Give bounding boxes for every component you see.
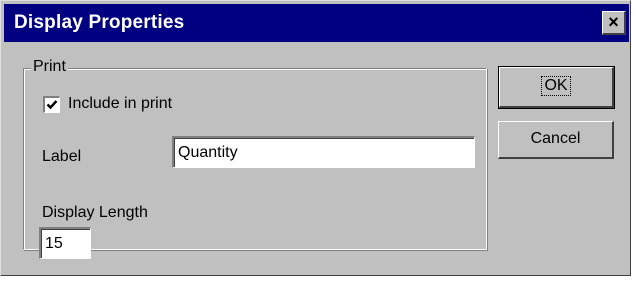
include-in-print-label: Include in print [68,95,173,112]
cancel-button[interactable]: Cancel [498,121,614,159]
checkmark-icon [46,100,58,110]
close-icon: × [608,12,619,32]
print-group-label: Print [31,58,68,76]
include-in-print-checkbox[interactable] [43,96,60,113]
display-length-input[interactable] [39,227,91,259]
display-length-label: Display Length [42,204,148,221]
label-field-label: Label [42,148,82,165]
ok-button[interactable]: OK [498,66,615,109]
title-bar[interactable]: Display Properties × [4,4,629,42]
cancel-button-label: Cancel [530,130,581,147]
label-input[interactable] [172,136,475,168]
close-button[interactable]: × [602,11,626,35]
display-properties-dialog: Display Properties × Print Include in pr… [0,0,631,276]
window-title: Display Properties [14,12,185,33]
ok-button-label: OK [541,76,571,96]
